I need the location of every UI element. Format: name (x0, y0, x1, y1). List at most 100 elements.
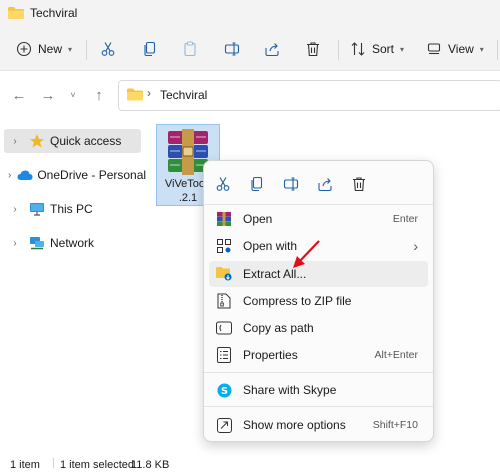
menu-item-label: Share with Skype (243, 383, 337, 397)
menu-item-share-skype[interactable]: S Share with Skype (209, 377, 428, 403)
sort-button-label: Sort (372, 42, 395, 56)
sidebar-item-network[interactable]: › Network (4, 231, 141, 255)
menu-item-label: Open with (243, 239, 298, 253)
breadcrumb-techviral[interactable]: Techviral (160, 88, 207, 102)
folder-icon (127, 88, 143, 101)
copy-icon (144, 41, 156, 57)
view-icon (427, 43, 441, 55)
rename-icon (224, 42, 240, 56)
arrow-left-icon: ← (11, 86, 27, 104)
chevron-right-icon[interactable]: › (8, 136, 22, 147)
title-bar: Techviral (0, 0, 500, 28)
trash-icon (307, 42, 319, 57)
status-size: 11.8 KB (131, 459, 170, 471)
new-button-label: New (38, 42, 63, 56)
sort-icon (351, 42, 365, 56)
menu-divider (204, 406, 433, 407)
address-bar[interactable]: › Techviral (118, 80, 500, 111)
command-bar: New ▾ Sort ▾ View ▾ (0, 28, 500, 71)
chevron-down-icon: ˅ (70, 90, 76, 100)
menu-divider (204, 372, 433, 373)
cloud-icon (17, 167, 33, 183)
recent-locations-button[interactable]: ˅ (64, 86, 82, 104)
menu-item-label: Copy as path (243, 321, 314, 335)
sidebar-item-label: This PC (50, 202, 93, 216)
menu-item-label: Compress to ZIP file (243, 294, 352, 308)
rename-icon (283, 177, 299, 191)
menu-share-button[interactable] (313, 172, 337, 196)
status-bar: 1 item | 1 item selected 11.8 KB (0, 456, 500, 476)
properties-icon (215, 346, 233, 364)
chevron-right-icon[interactable]: › (8, 238, 22, 249)
menu-rename-button[interactable] (279, 172, 303, 196)
zip-icon (215, 292, 233, 310)
sidebar-item-this-pc[interactable]: › This PC (4, 197, 141, 221)
arrow-up-icon: ↑ (95, 86, 103, 104)
network-icon (28, 235, 46, 251)
open-with-icon (215, 237, 233, 255)
new-button[interactable]: New ▾ (16, 35, 72, 63)
menu-delete-button[interactable] (347, 172, 371, 196)
menu-item-label: Show more options (243, 418, 346, 432)
context-menu: Open Enter Open with › Extract All... Co… (203, 160, 434, 442)
forward-button[interactable]: → (39, 86, 57, 104)
menu-item-compress-zip[interactable]: Compress to ZIP file (209, 288, 428, 314)
plus-circle-icon (16, 41, 32, 57)
chevron-down-icon: ▾ (479, 44, 484, 54)
star-icon (28, 133, 46, 149)
copy-path-icon (215, 319, 233, 337)
window-title: Techviral (30, 6, 78, 20)
view-button[interactable]: View ▾ (426, 35, 484, 63)
paste-button[interactable] (176, 35, 204, 63)
sidebar-item-label: Quick access (50, 134, 122, 148)
menu-divider (204, 204, 433, 205)
menu-item-label: Open (243, 212, 273, 226)
chevron-right-icon: › (413, 238, 418, 254)
scissors-icon (101, 42, 115, 56)
breadcrumb-separator: › (147, 86, 151, 100)
trash-icon (353, 177, 365, 192)
chevron-right-icon[interactable]: › (8, 204, 22, 215)
menu-item-shortcut: Shift+F10 (372, 419, 418, 431)
navigation-pane: › Quick access › OneDrive - Personal › T… (0, 120, 146, 456)
more-options-icon (215, 416, 233, 434)
arrow-right-icon: → (40, 86, 56, 104)
view-button-label: View (448, 42, 474, 56)
divider (497, 40, 498, 60)
skype-icon: S (215, 381, 233, 399)
menu-item-copy-as-path[interactable]: Copy as path (209, 315, 428, 341)
scissors-icon (216, 177, 230, 191)
share-icon (265, 43, 279, 57)
sidebar-item-quick-access[interactable]: › Quick access (4, 129, 141, 153)
sidebar-item-label: OneDrive - Personal (37, 168, 147, 182)
menu-copy-button[interactable] (245, 172, 269, 196)
svg-text:S: S (220, 386, 227, 397)
sort-button[interactable]: Sort ▾ (350, 35, 404, 63)
divider (338, 40, 339, 60)
menu-item-open[interactable]: Open Enter (209, 206, 428, 232)
status-divider: | (52, 457, 55, 469)
menu-item-show-more-options[interactable]: Show more options Shift+F10 (209, 412, 428, 438)
rename-button[interactable] (218, 35, 246, 63)
share-icon (318, 178, 332, 192)
monitor-icon (28, 201, 46, 217)
annotation-arrow-icon (293, 240, 320, 268)
menu-item-shortcut: Enter (392, 213, 418, 225)
copy-icon (251, 176, 263, 192)
delete-button[interactable] (299, 35, 327, 63)
menu-item-properties[interactable]: Properties Alt+Enter (209, 342, 428, 368)
sidebar-item-onedrive[interactable]: › OneDrive - Personal (4, 163, 146, 187)
menu-item-shortcut: Alt+Enter (374, 349, 418, 361)
back-button[interactable]: ← (10, 86, 28, 104)
share-button[interactable] (258, 35, 286, 63)
up-button[interactable]: ↑ (90, 86, 108, 104)
chevron-right-icon[interactable]: › (8, 170, 11, 181)
paste-icon (184, 41, 196, 57)
menu-cut-button[interactable] (211, 172, 235, 196)
folder-icon (8, 7, 24, 19)
chevron-down-icon: ▾ (68, 44, 73, 54)
status-selected: 1 item selected (60, 459, 134, 471)
cut-button[interactable] (94, 35, 122, 63)
copy-button[interactable] (136, 35, 164, 63)
menu-item-label: Properties (243, 348, 298, 362)
